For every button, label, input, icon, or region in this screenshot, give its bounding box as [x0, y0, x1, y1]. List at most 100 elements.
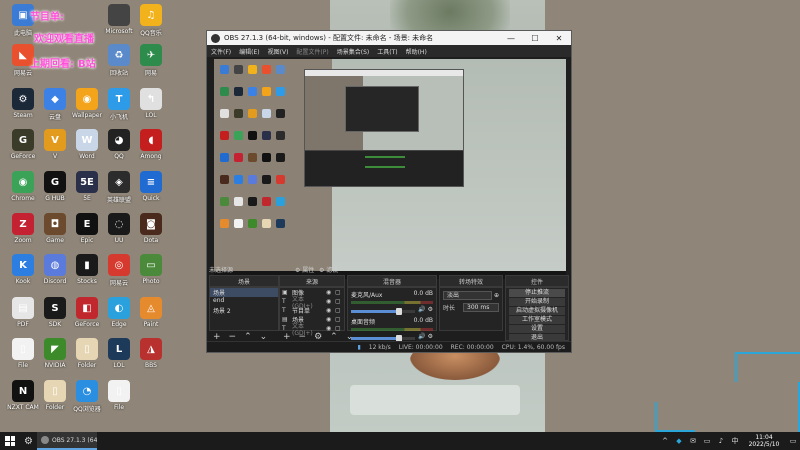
preview-canvas[interactable] — [214, 59, 566, 279]
taskbar-obs-button[interactable]: OBS 27.1.3 (64-bi... — [36, 432, 97, 450]
menu-edit[interactable]: 编辑(E) — [239, 47, 259, 56]
studio-mode-button[interactable]: 工作室模式 — [509, 316, 565, 324]
desktop-icon[interactable]: ◧ GeForce — [70, 297, 104, 337]
properties-button[interactable]: ⚙ 属性 — [295, 265, 317, 274]
volume-icon[interactable]: ♪ — [716, 437, 726, 445]
desktop-icon[interactable]: ◈ 英雄联盟 — [102, 171, 136, 211]
desktop-icon[interactable]: ♻ 回收站 — [102, 44, 136, 84]
virtual-camera-button[interactable]: 启动虚拟摄像机 — [509, 307, 565, 315]
desktop-icon[interactable]: ◔ QQ浏览器 — [70, 380, 104, 420]
desktop-icon[interactable]: ◘ Game — [38, 213, 72, 253]
desktop-icon[interactable]: ◖ Among — [134, 129, 168, 169]
desktop-icon[interactable]: ▯ Folder — [70, 338, 104, 378]
desktop-icon-label: 网易 — [144, 70, 157, 77]
source-item[interactable]: T 节目单 ◉ ▢ — [280, 306, 344, 315]
desktop-icon[interactable]: ✈ 网易 — [134, 44, 168, 84]
volume-slider[interactable] — [351, 334, 416, 342]
stop-streaming-button[interactable]: 停止推流 — [509, 289, 565, 297]
volume-slider[interactable] — [351, 307, 416, 315]
desktop-icon[interactable]: ◤ NVIDIA — [38, 338, 72, 378]
source-item[interactable]: T 文本 (GDI+) ◉ ▢ — [280, 296, 344, 310]
scene-item[interactable]: end — [210, 297, 278, 306]
system-tray: ^ ◆ ✉ ▭ ♪ 中 11:04 2022/5/10 ▭ — [658, 432, 800, 450]
desktop-icon[interactable]: VV — [38, 129, 72, 169]
desktop-icon[interactable]: ≡ Quick — [134, 171, 168, 211]
tray-display-icon[interactable]: ▭ — [702, 437, 712, 445]
tray-app-icon[interactable]: ◆ — [674, 437, 684, 445]
eye-icon[interactable]: ◉ — [326, 316, 335, 323]
menu-help[interactable]: 帮助(H) — [406, 47, 427, 56]
tray-overflow-icon[interactable]: ^ — [660, 437, 670, 445]
maximize-button[interactable]: ☐ — [523, 34, 547, 43]
lock-icon[interactable]: ▢ — [335, 298, 344, 305]
desktop-icon[interactable]: ▯ File — [102, 380, 136, 420]
desktop-icon[interactable]: ◎ 网易云 — [102, 254, 136, 294]
desktop-icon[interactable]: ⚙ Steam — [6, 88, 40, 128]
lock-icon[interactable]: ▢ — [335, 307, 344, 314]
desktop-icon[interactable]: ♫ QQ音乐 — [134, 4, 168, 44]
speaker-icon[interactable]: 🔊 — [418, 306, 425, 313]
desktop-icon[interactable]: E Epic — [70, 213, 104, 253]
desktop-icon[interactable]: S SDK — [38, 297, 72, 337]
eye-icon[interactable]: ◉ — [326, 289, 335, 296]
desktop-icon[interactable]: ◉ Wallpaper — [70, 88, 104, 128]
preview-mini-icon — [276, 197, 285, 206]
notification-icon[interactable]: ▭ — [788, 437, 798, 445]
transition-select[interactable]: 淡出 — [443, 291, 492, 300]
scene-item[interactable]: 场景 2 — [210, 306, 278, 315]
start-recording-button[interactable]: 开始录制 — [509, 298, 565, 306]
scene-item[interactable]: 场景 — [210, 288, 278, 297]
tray-message-icon[interactable]: ✉ — [688, 437, 698, 445]
desktop-icon[interactable]: ◌ UU — [102, 213, 136, 253]
settings-button[interactable]: 设置 — [509, 325, 565, 333]
eye-icon[interactable]: ◉ — [326, 307, 335, 314]
start-button[interactable] — [0, 432, 20, 450]
add-transition-icon[interactable]: ⊕ — [494, 292, 499, 299]
desktop-icon[interactable]: ◬ Paint — [134, 297, 168, 337]
taskbar-steam-button[interactable]: ⚙ — [20, 432, 37, 450]
desktop-icon[interactable]: ◮ BBS — [134, 338, 168, 378]
menu-view[interactable]: 视图(V) — [268, 47, 289, 56]
clock[interactable]: 11:04 2022/5/10 — [742, 434, 786, 448]
lock-icon[interactable]: ▢ — [335, 289, 344, 296]
desktop-icon[interactable]: W Word — [70, 129, 104, 169]
menu-profile[interactable]: 配置文件(P) — [296, 47, 328, 56]
obs-titlebar[interactable]: OBS 27.1.3 (64-bit, windows) - 配置文件: 未命名… — [207, 31, 571, 45]
desktop-icon[interactable]: T 小飞机 — [102, 88, 136, 128]
desktop-icon[interactable]: ▭ Photo — [134, 254, 168, 294]
close-button[interactable]: ✕ — [547, 34, 571, 43]
desktop-icon[interactable]: ◆ 云盘 — [38, 88, 72, 128]
speaker-icon[interactable]: 🔊 — [418, 333, 425, 340]
desktop-icon[interactable]: ▮ Stocks — [70, 254, 104, 294]
duration-input[interactable]: 300 ms — [463, 303, 499, 312]
desktop-icon[interactable]: ◉ Chrome — [6, 171, 40, 211]
desktop-icon[interactable]: ↰ LOL — [134, 88, 168, 128]
desktop-icon[interactable]: ◕ QQ — [102, 129, 136, 169]
menu-file[interactable]: 文件(F) — [211, 47, 231, 56]
menu-tools[interactable]: 工具(T) — [377, 47, 397, 56]
input-method-icon[interactable]: 中 — [730, 437, 740, 445]
filters-button[interactable]: ⚙ 滤镜 — [319, 265, 341, 274]
controls-dock-title: 控件 — [505, 275, 569, 287]
gear-icon[interactable]: ⚙ — [428, 306, 433, 313]
obs-window[interactable]: OBS 27.1.3 (64-bit, windows) - 配置文件: 未命名… — [206, 30, 572, 353]
desktop-icon[interactable]: Microsoft — [102, 4, 136, 44]
menu-scene-collection[interactable]: 场景集合(S) — [337, 47, 370, 56]
desktop-icon[interactable]: G GeForce — [6, 129, 40, 169]
minimize-button[interactable]: — — [499, 34, 523, 43]
lock-icon[interactable]: ▢ — [335, 316, 344, 323]
desktop-icon[interactable]: ◍ Discord — [38, 254, 72, 294]
desktop-icon[interactable]: ▤ PDF — [6, 297, 40, 337]
desktop-icon[interactable]: L LOL — [102, 338, 136, 378]
desktop-icon[interactable]: ▯ File — [6, 338, 40, 378]
gear-icon[interactable]: ⚙ — [428, 333, 433, 340]
desktop-icon[interactable]: N NZXT CAM — [6, 380, 40, 420]
desktop-icon[interactable]: ▯ Folder — [38, 380, 72, 420]
desktop-icon[interactable]: G G HUB — [38, 171, 72, 211]
desktop-icon[interactable]: K Kook — [6, 254, 40, 294]
desktop-icon[interactable]: 5E 5E — [70, 171, 104, 211]
eye-icon[interactable]: ◉ — [326, 298, 335, 305]
desktop-icon[interactable]: ◐ Edge — [102, 297, 136, 337]
desktop-icon[interactable]: Z Zoom — [6, 213, 40, 253]
desktop-icon[interactable]: ◙ Dota — [134, 213, 168, 253]
